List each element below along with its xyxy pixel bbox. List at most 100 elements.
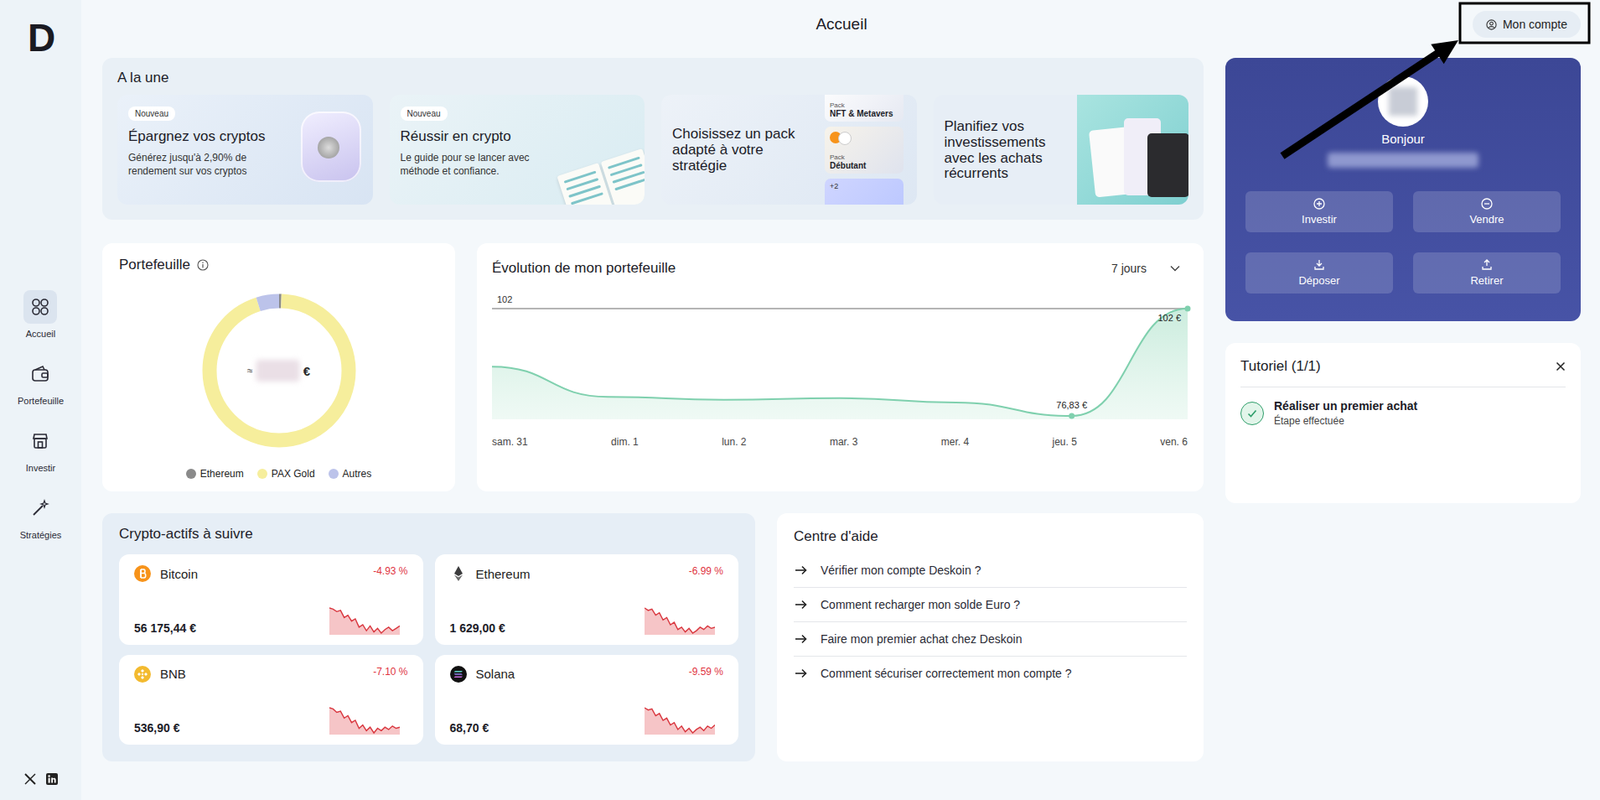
portfolio-total: ≈€: [247, 359, 311, 382]
x-label: lun. 2: [721, 435, 746, 448]
x-label: sam. 31: [491, 435, 529, 448]
asset-change: -9.59 %: [688, 665, 724, 678]
sidebar-item[interactable]: Investir: [23, 424, 57, 473]
max-line: [491, 308, 1188, 310]
arrow-line: [1282, 52, 1439, 156]
portfolio-card: Portefeuille ≈€ Ethereum PAX Gold Autres: [102, 243, 456, 492]
sidebar-item[interactable]: Accueil: [23, 289, 57, 339]
sparkline-chart: [329, 605, 400, 635]
sparkline-area: [329, 607, 400, 635]
axis-label: 102: [497, 294, 513, 305]
chart-point[interactable]: [1068, 413, 1075, 420]
nav-icon-box: [23, 357, 57, 391]
featured-card-text: Générez jusqu'à 2,90% de rendement sur v…: [128, 150, 280, 178]
asset-change: -4.93 %: [372, 564, 408, 577]
legend-item: PAX Gold: [257, 467, 316, 480]
x-label: ven. 6: [1159, 435, 1188, 448]
action-button[interactable]: Vendre: [1413, 191, 1561, 233]
help-link[interactable]: Vérifier mon compte Deskoin ?: [793, 553, 1187, 588]
nav-icon-box: [23, 424, 57, 458]
sparkline-chart: [644, 605, 715, 635]
sidebar-item[interactable]: Stratégies: [20, 491, 63, 540]
bnb-icon: [134, 665, 151, 683]
point-label: 102 €: [1157, 312, 1181, 323]
evolution-title: Évolution de mon portefeuille: [491, 259, 676, 277]
check-icon: [1246, 407, 1259, 420]
x-label: mer. 4: [941, 435, 969, 448]
watchlist-panel: Crypto-actifs à suivreBitcoin-4.93 %56 1…: [102, 512, 756, 762]
asset-card[interactable]: Ethereum-6.99 %1 629,00 €: [434, 554, 740, 645]
featured-art: [552, 145, 645, 205]
legend-item: Ethereum: [186, 467, 244, 480]
asset-price: 56 175,44 €: [134, 621, 197, 635]
arrow-right-icon: [795, 633, 808, 644]
sparkline-area: [644, 707, 715, 735]
featured-card-title: Planifiez vos investissements avec les a…: [944, 119, 1068, 182]
user-icon: [1486, 19, 1497, 31]
x-icon[interactable]: [24, 772, 37, 785]
featured-card[interactable]: Choisissez un pack adapté à votre straté…: [661, 94, 917, 205]
piggy-bank-picture: [300, 111, 362, 182]
featured-art: [289, 94, 373, 205]
wallet-icon: [31, 364, 50, 384]
download-icon: [1313, 258, 1326, 271]
nav-icon-box: [23, 289, 57, 324]
chevron-down-icon: [1170, 264, 1181, 272]
highlight-box: [1460, 3, 1590, 43]
asset-card[interactable]: BNB-7.10 %536,90 €: [119, 654, 424, 746]
close-icon[interactable]: [1555, 361, 1566, 372]
featured-panel: A la uneNouveauÉpargnez vos cryptosGénér…: [102, 57, 1204, 220]
page-title: Accueil: [815, 15, 867, 34]
sparkline-line: [329, 607, 400, 633]
account-button[interactable]: Mon compte: [1472, 10, 1581, 38]
featured-card[interactable]: NouveauRéussir en cryptoLe guide pour se…: [389, 94, 646, 205]
help-card: Centre d'aideVérifier mon compte Deskoin…: [776, 512, 1204, 762]
upload-icon: [1480, 258, 1493, 271]
tutorial-step[interactable]: Réaliser un premier achatÉtape effectuée: [1240, 398, 1566, 427]
sparkline-line: [329, 707, 400, 733]
main: Accueil Mon compte A la uneNouveauÉpargnez…: [81, 0, 1600, 800]
point-label: 76,83 €: [1056, 399, 1088, 410]
pack-card: PackNFT & Metavers: [824, 94, 904, 122]
asset-card[interactable]: Bitcoin-4.93 %56 175,44 €: [119, 554, 424, 645]
help-link[interactable]: Faire mon premier achat chez Deskoin: [793, 621, 1187, 657]
featured-art: [1077, 94, 1189, 205]
grid-icon: [31, 297, 50, 316]
app: D Accueil Portefeuille Investir Stratégies Ac…: [0, 0, 1600, 800]
ethereum-icon: [450, 564, 467, 582]
featured-card[interactable]: NouveauÉpargnez vos cryptosGénérez jusqu…: [117, 94, 373, 205]
wallet-cards-picture: [1077, 94, 1189, 205]
help-link[interactable]: Comment recharger mon solde Euro ?: [793, 587, 1187, 622]
action-button[interactable]: Retirer: [1413, 252, 1561, 294]
chart-point[interactable]: [1185, 305, 1191, 312]
featured-card-title: Réussir en crypto: [400, 129, 560, 145]
sidebar-item[interactable]: Portefeuille: [17, 357, 64, 406]
line-chart: 102 76,83 € 102 €: [491, 289, 1188, 425]
x-label: jeu. 5: [1051, 435, 1077, 448]
action-button[interactable]: Déposer: [1245, 252, 1393, 294]
portfolio-title: Portefeuille: [119, 256, 191, 274]
period-dropdown[interactable]: 7 jours: [1102, 258, 1189, 279]
help-link[interactable]: Comment sécuriser correctement mon compt…: [793, 656, 1187, 690]
content: A la uneNouveauÉpargnez vos cryptosGénér…: [102, 57, 1581, 762]
asset-change: -6.99 %: [688, 564, 724, 577]
sparkline-chart: [329, 705, 400, 735]
asset-card[interactable]: Solana-9.59 %68,70 €: [434, 654, 740, 746]
action-button[interactable]: Investir: [1245, 191, 1393, 233]
legend-item: Autres: [328, 467, 373, 480]
avatar[interactable]: [1377, 76, 1429, 127]
info-icon[interactable]: [196, 258, 209, 271]
featured-card-title: Choisissez un pack adapté à votre straté…: [672, 126, 815, 174]
sparkline-area: [329, 707, 400, 735]
sidebar: D Accueil Portefeuille Investir Stratégies: [0, 0, 82, 800]
featured-card[interactable]: Planifiez vos investissements avec les a…: [933, 94, 1190, 205]
asset-price: 68,70 €: [450, 720, 490, 735]
chart-line: [491, 308, 1188, 416]
donut-segment: [209, 300, 349, 441]
guide-book-picture: [556, 148, 645, 205]
logo[interactable]: D: [27, 18, 54, 57]
tutorial-card: Tutoriel (1/1)Réaliser un premier achatÉ…: [1225, 342, 1581, 503]
linkedin-icon[interactable]: [46, 772, 58, 785]
plus-circle-icon: [1313, 197, 1326, 210]
minus-circle-icon: [1480, 197, 1493, 210]
